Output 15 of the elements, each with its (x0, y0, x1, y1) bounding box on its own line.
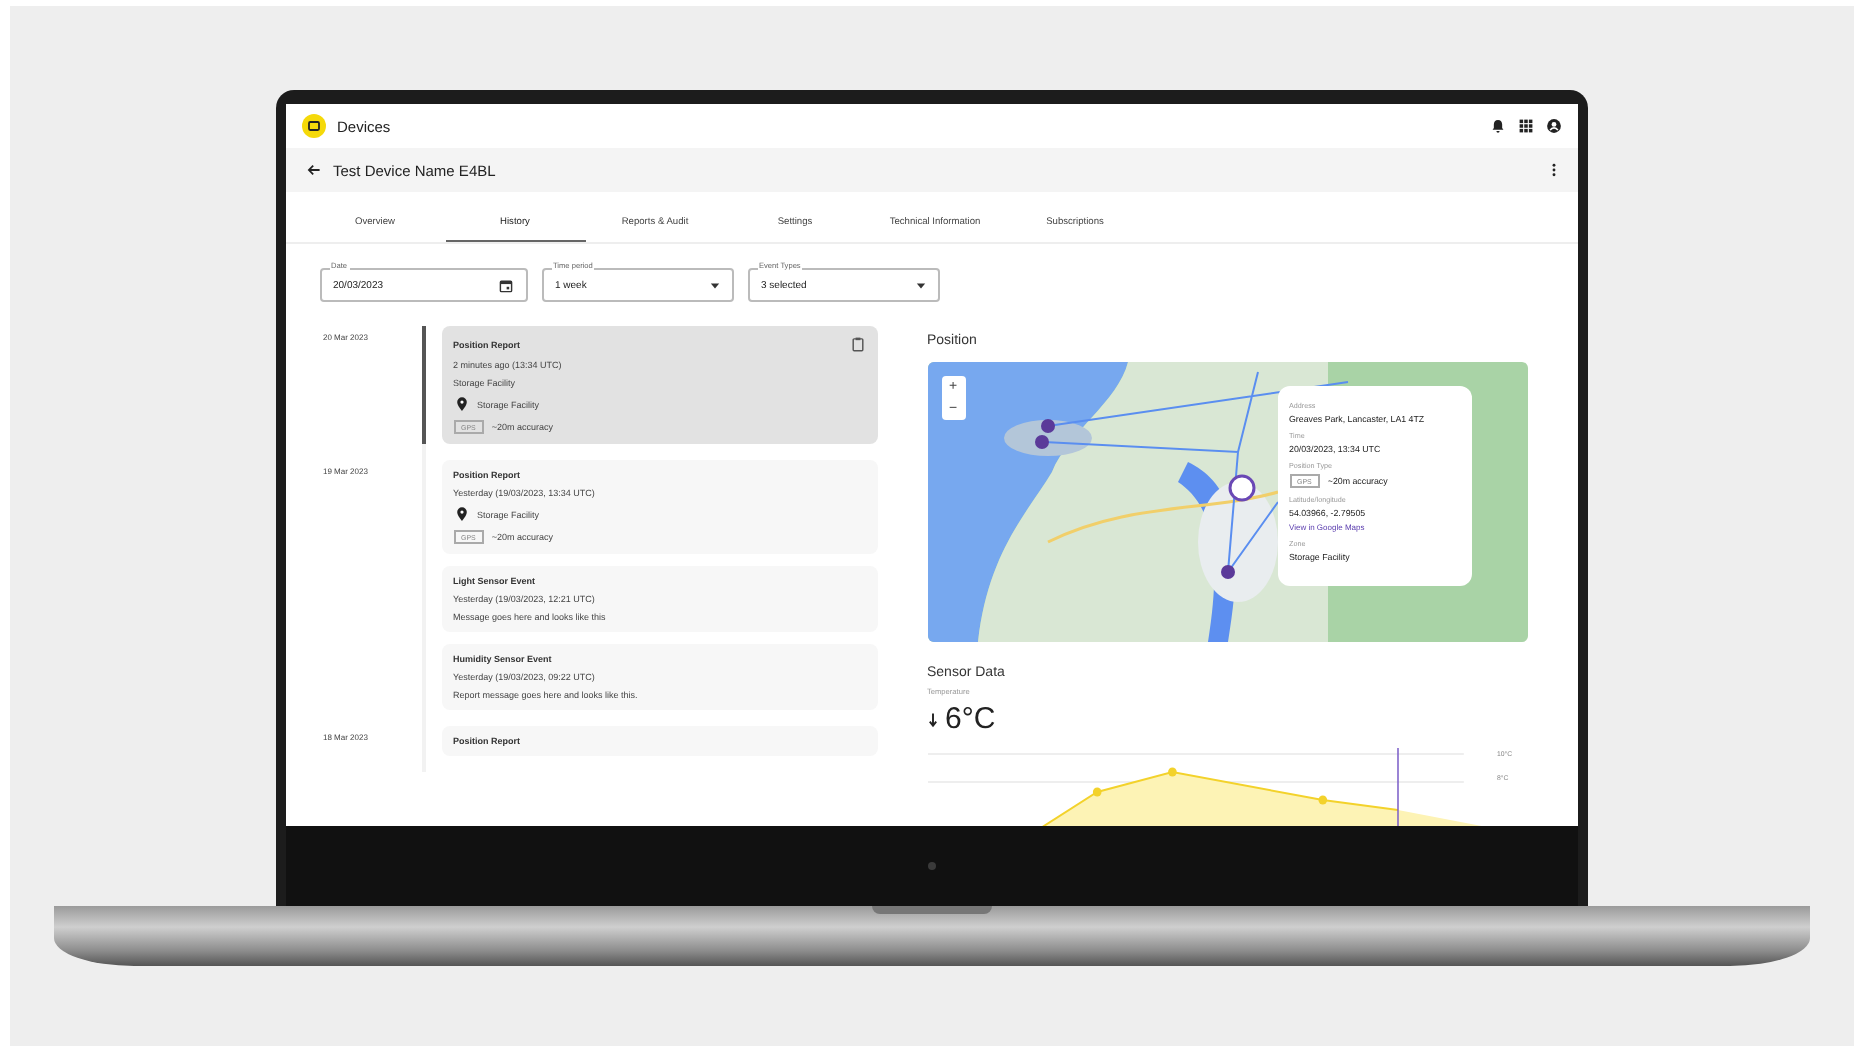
location-pin-icon (453, 506, 469, 522)
dropdown-caret-icon[interactable] (709, 281, 719, 289)
logo-icon (301, 114, 325, 138)
account-icon[interactable] (1545, 118, 1561, 134)
camera-dot (927, 862, 935, 870)
temperature-reading: 6°C (945, 702, 996, 736)
location-pin-icon (453, 396, 469, 412)
back-arrow-icon[interactable] (305, 162, 321, 178)
more-icon[interactable] (1549, 162, 1557, 178)
clipboard-icon[interactable] (849, 336, 865, 352)
calendar-icon[interactable] (497, 277, 513, 293)
bell-icon[interactable] (1489, 118, 1505, 134)
down-arrow-icon (927, 711, 937, 727)
grid-icon[interactable] (1517, 118, 1533, 134)
dropdown-caret-icon[interactable] (915, 281, 925, 289)
